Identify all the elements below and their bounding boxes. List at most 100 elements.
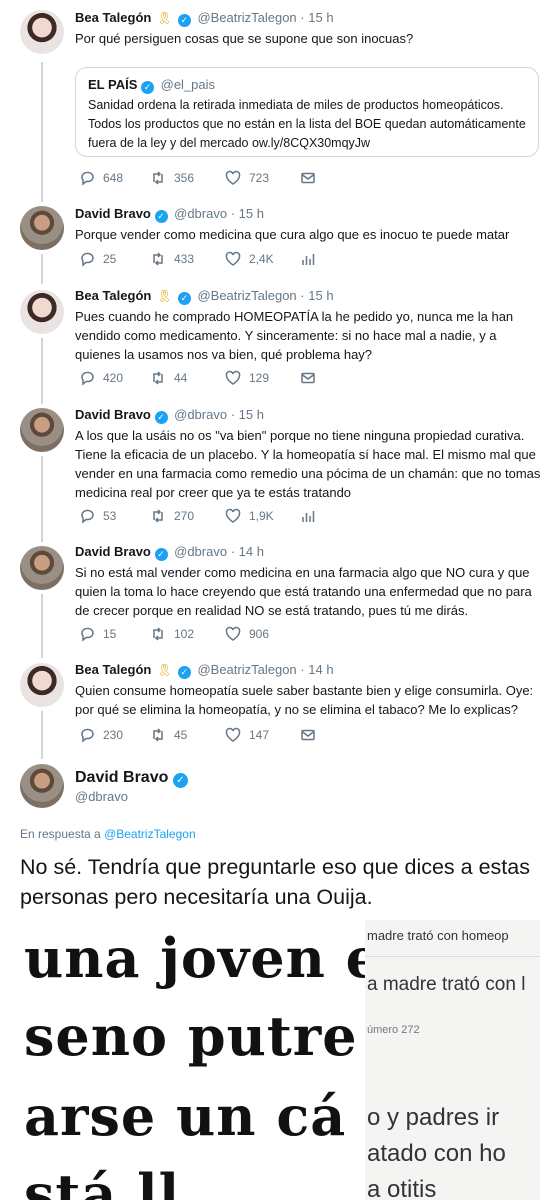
avatar[interactable] xyxy=(20,206,64,250)
verified-badge-icon: ✓ xyxy=(177,292,191,305)
like-button[interactable]: 723 xyxy=(225,170,269,186)
like-button[interactable]: 1,9K xyxy=(225,508,274,524)
retweet-count: 356 xyxy=(174,171,195,185)
timestamp[interactable]: 14 h xyxy=(239,544,264,559)
retweet-button[interactable]: 44 xyxy=(150,370,187,386)
analytics-icon xyxy=(302,254,315,265)
author-handle[interactable]: @BeatrizTalegon xyxy=(197,288,296,303)
retweet-button[interactable]: 102 xyxy=(150,626,194,642)
author-name[interactable]: David Bravo xyxy=(75,407,151,422)
retweet-count: 433 xyxy=(174,252,195,266)
image-text-line: seno putre xyxy=(24,1004,358,1068)
reply-button[interactable]: 648 xyxy=(79,170,123,186)
like-button[interactable]: 906 xyxy=(225,626,269,642)
reply-icon xyxy=(81,252,94,267)
avatar[interactable] xyxy=(20,764,64,808)
retweet-icon xyxy=(153,252,163,266)
analytics-button[interactable] xyxy=(300,251,316,267)
timestamp[interactable]: 15 h xyxy=(239,206,264,221)
retweet-icon xyxy=(153,728,163,742)
thread-line xyxy=(41,711,43,759)
tweet-image[interactable]: una joven e seno putre arse un cá stá ll… xyxy=(20,920,540,1200)
retweet-button[interactable]: 356 xyxy=(150,170,194,186)
direct-message-button[interactable] xyxy=(300,727,316,743)
reply-to-link[interactable]: @BeatrizTalegon xyxy=(104,827,196,841)
author-name[interactable]: David Bravo xyxy=(75,206,151,221)
analytics-icon xyxy=(302,511,315,522)
retweet-button[interactable]: 433 xyxy=(150,251,194,267)
author-handle[interactable]: @dbravo xyxy=(174,544,227,559)
author-handle[interactable]: @dbravo xyxy=(174,407,227,422)
quoted-tweet[interactable]: EL PAÍS ✓ @el_pais Sanidad ordena la ret… xyxy=(75,67,539,157)
retweet-button[interactable]: 270 xyxy=(150,508,194,524)
heart-icon xyxy=(225,170,241,185)
retweet-button[interactable]: 45 xyxy=(150,727,187,743)
like-count: 723 xyxy=(249,171,270,185)
reply-count: 230 xyxy=(103,728,124,742)
analytics-button[interactable] xyxy=(300,508,316,524)
retweet-count: 102 xyxy=(174,627,195,641)
separator: · xyxy=(300,662,305,677)
reply-to-label: En respuesta a xyxy=(20,827,101,841)
tweet-actions: 53 270 1,9K xyxy=(75,508,545,528)
author-name[interactable]: David Bravo xyxy=(75,769,168,786)
avatar[interactable] xyxy=(20,546,64,590)
tweet-actions: 15 102 906 xyxy=(75,626,545,646)
image-text-line: a otitis xyxy=(367,1176,437,1200)
reply-button[interactable]: 53 xyxy=(79,508,116,524)
like-button[interactable]: 2,4K xyxy=(225,251,274,267)
verified-badge-icon: ✓ xyxy=(141,81,154,94)
tweet-header: David Bravo ✓ @dbravo · 15 h xyxy=(75,205,544,223)
tweet-actions: 420 44 129 xyxy=(75,370,545,390)
reply-icon xyxy=(81,171,94,186)
separator: · xyxy=(300,288,305,303)
reply-button[interactable]: 25 xyxy=(79,251,116,267)
timestamp[interactable]: 15 h xyxy=(308,10,333,25)
timestamp[interactable]: 14 h xyxy=(308,662,333,677)
heart-icon xyxy=(225,508,241,523)
image-right-panel: madre trató con homeop a madre trató con… xyxy=(365,920,540,1200)
author-handle[interactable]: @dbravo xyxy=(174,206,227,221)
author-name[interactable]: Bea Talegón xyxy=(75,10,151,25)
reply-button[interactable]: 230 xyxy=(79,727,123,743)
author-name[interactable]: Bea Talegón xyxy=(75,662,151,677)
avatar[interactable] xyxy=(20,10,64,54)
thread-line xyxy=(41,62,43,202)
image-text-line: madre trató con homeop xyxy=(367,928,509,943)
tweet-text: Quien consume homeopatía suele saber bas… xyxy=(75,683,534,717)
tweet-header: David Bravo ✓ @dbravo · 14 h xyxy=(75,543,544,561)
heart-icon xyxy=(225,626,241,641)
thread-line xyxy=(41,456,43,542)
envelope-icon xyxy=(301,172,315,184)
like-button[interactable]: 147 xyxy=(225,727,269,743)
retweet-icon xyxy=(153,171,163,185)
quoted-author-handle: @el_pais xyxy=(160,77,216,92)
author-name[interactable]: David Bravo xyxy=(75,544,151,559)
like-button[interactable]: 129 xyxy=(225,370,269,386)
avatar[interactable] xyxy=(20,408,64,452)
tweet-actions: 648 356 723 xyxy=(75,170,545,190)
author-handle[interactable]: @BeatrizTalegon xyxy=(197,662,296,677)
author-name[interactable]: Bea Talegón xyxy=(75,288,151,303)
author-handle[interactable]: @BeatrizTalegon xyxy=(197,10,296,25)
direct-message-button[interactable] xyxy=(300,170,316,186)
avatar[interactable] xyxy=(20,663,64,707)
quoted-tweet-text: Sanidad ordena la retirada inmediata de … xyxy=(88,98,526,150)
reply-button[interactable]: 420 xyxy=(79,370,123,386)
avatar[interactable] xyxy=(20,290,64,334)
like-count: 147 xyxy=(249,728,270,742)
tweet-text: Porque vender como medicina que cura alg… xyxy=(75,227,510,242)
reply-icon xyxy=(81,509,94,524)
yellow-ribbon-icon: 🎗 xyxy=(156,289,173,303)
direct-message-button[interactable] xyxy=(300,370,316,386)
reply-button[interactable]: 15 xyxy=(79,626,116,642)
author-handle[interactable]: @dbravo xyxy=(75,788,191,806)
image-text-line: stá ll xyxy=(24,1162,181,1200)
tweet-header: Bea Talegón 🎗 ✓ @BeatrizTalegon · 14 h xyxy=(75,661,544,679)
timestamp[interactable]: 15 h xyxy=(239,407,264,422)
tweet-header: David Bravo ✓ @dbravo · 15 h xyxy=(75,406,544,424)
timestamp[interactable]: 15 h xyxy=(308,288,333,303)
retweet-icon xyxy=(153,509,163,523)
retweet-icon xyxy=(153,627,163,641)
reply-count: 648 xyxy=(103,171,124,185)
